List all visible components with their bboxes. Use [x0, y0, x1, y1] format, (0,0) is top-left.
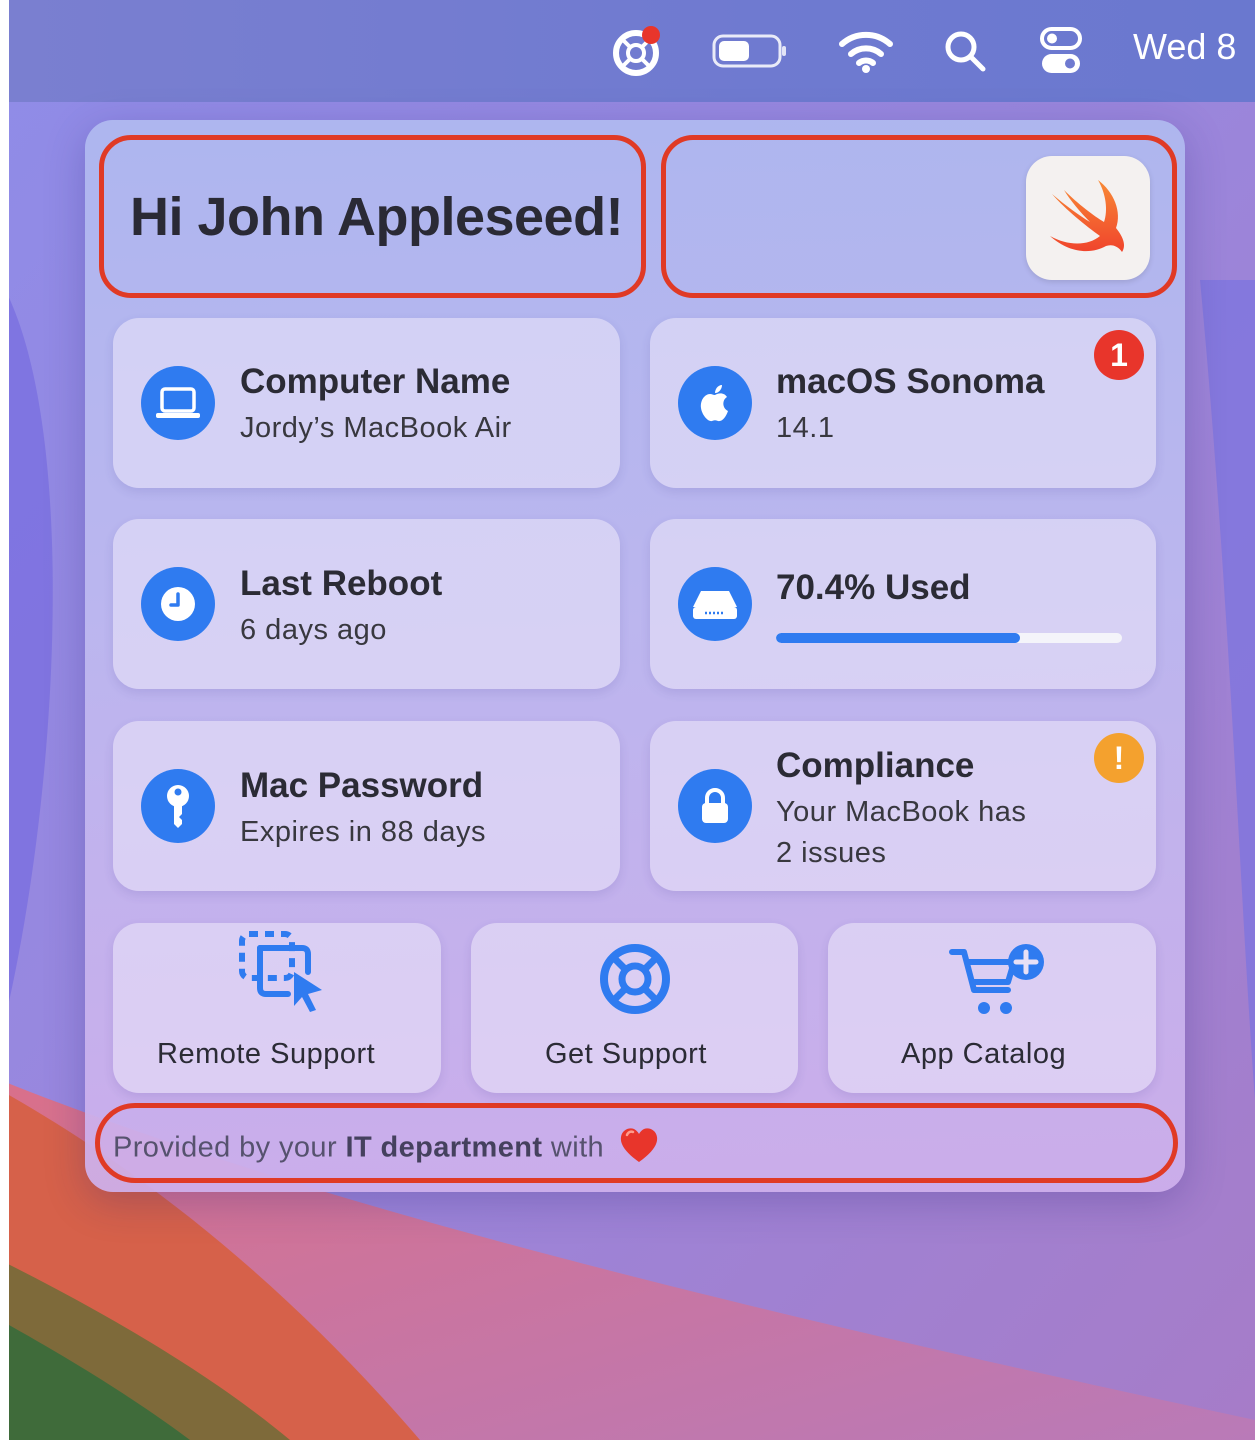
computer-name-title: Computer Name [240, 362, 511, 401]
footer-it-department: IT department [345, 1131, 543, 1164]
window-edge [0, 0, 9, 1440]
footer-suffix: with [550, 1131, 605, 1164]
compliance-title: Compliance [776, 746, 975, 785]
mac-password-title: Mac Password [240, 766, 484, 805]
battery-icon[interactable] [710, 22, 790, 80]
storage-progress-fill [776, 633, 1020, 643]
update-count-badge: 1 [1094, 330, 1144, 380]
compliance-status-line2: 2 issues [776, 837, 887, 869]
lifebuoy-icon[interactable] [606, 22, 666, 80]
compliance-status-line1: Your MacBook has [776, 796, 1027, 828]
spotlight-search-icon[interactable] [940, 22, 990, 80]
storage-progress-bar [776, 633, 1122, 643]
heart-icon [619, 1126, 659, 1172]
lifebuoy-icon [596, 940, 674, 1023]
clock-icon [141, 567, 215, 641]
storage-used-title: 70.4% Used [776, 568, 971, 607]
computer-name-value: Jordy’s MacBook Air [240, 412, 512, 444]
footer-credit: Provided by your IT department with [113, 1126, 659, 1172]
compliance-warning-badge: ! [1094, 733, 1144, 783]
lock-icon [678, 769, 752, 843]
last-reboot-value: 6 days ago [240, 614, 387, 646]
key-icon [141, 769, 215, 843]
drive-icon [678, 567, 752, 641]
apple-logo-icon [678, 366, 752, 440]
control-center-icon[interactable] [1036, 22, 1086, 80]
footer-prefix: Provided by your [113, 1131, 338, 1164]
greeting-text: Hi John Appleseed! [130, 187, 624, 247]
menu-bar-clock[interactable]: Wed 8 [1133, 26, 1236, 68]
laptop-icon [141, 366, 215, 440]
macos-version-title: macOS Sonoma [776, 362, 1045, 401]
remote-support-label: Remote Support [157, 1038, 376, 1070]
wifi-icon[interactable] [836, 22, 896, 80]
get-support-label: Get Support [545, 1038, 707, 1070]
cart-add-icon [948, 938, 1048, 1023]
remote-screen-icon [236, 928, 326, 1019]
organization-logo [1026, 156, 1150, 280]
app-catalog-label: App Catalog [901, 1038, 1067, 1070]
mac-password-value: Expires in 88 days [240, 816, 486, 848]
last-reboot-title: Last Reboot [240, 564, 443, 603]
macos-version-value: 14.1 [776, 412, 835, 444]
swift-logo-icon [1050, 180, 1124, 252]
